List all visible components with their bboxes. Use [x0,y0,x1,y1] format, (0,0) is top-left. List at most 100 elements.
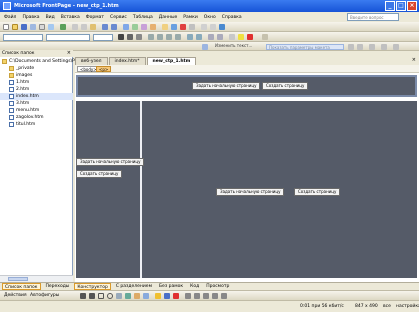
layer-icon[interactable] [348,43,354,50]
tree-item-2htm[interactable]: 2.htm [0,86,73,93]
view-tab-split[interactable]: С разделением [114,283,154,290]
3d-icon[interactable] [221,293,227,299]
menu-edit[interactable]: Правка [22,15,39,20]
scrollbar-thumb[interactable] [8,277,28,281]
italic-icon[interactable] [127,34,133,40]
shadow-icon[interactable] [212,293,218,299]
hyperlink-icon[interactable] [171,24,177,30]
create-page-button-main[interactable]: Создать страницу [294,188,341,196]
new-page-icon[interactable] [3,24,9,30]
menu-file[interactable]: Файл [4,15,16,20]
justify-icon[interactable] [175,34,181,40]
bold-icon[interactable] [118,34,124,40]
close-button[interactable]: × [407,1,417,11]
menu-help[interactable]: Справка [222,15,242,20]
ask-question-input[interactable]: Введите вопрос [347,13,399,21]
tree-item-zagolov[interactable]: zagolov.htm [0,114,73,121]
web-component-icon[interactable] [123,24,129,30]
table-grid-icon[interactable] [369,43,375,50]
maximize-button[interactable]: □ [396,1,406,11]
open-icon[interactable] [12,24,18,30]
cell-icon[interactable] [357,43,363,50]
show-layout-params[interactable]: Показать параметры макета [266,44,344,50]
view-tab-preview[interactable]: Просмотр [204,283,231,290]
font-color-icon[interactable] [247,34,253,40]
numbering-icon[interactable] [187,34,193,40]
menu-frames[interactable]: Рамки [183,15,198,20]
arrow-icon[interactable] [89,293,95,299]
line-style-icon[interactable] [185,293,191,299]
align-left-icon[interactable] [148,34,154,40]
publish-icon[interactable] [30,24,36,30]
font-select[interactable] [46,33,90,41]
underline-icon[interactable] [136,34,142,40]
tree-item-3htm[interactable]: 3.htm [0,100,73,107]
arrow-style-icon[interactable] [203,293,209,299]
style-select[interactable] [3,33,43,41]
tab-website[interactable]: веб-узел [75,57,108,65]
layout-tools-icon[interactable] [202,43,208,50]
copy-icon[interactable] [81,24,87,30]
align-center-icon[interactable] [157,34,163,40]
menu-window[interactable]: Окно [204,15,216,20]
paste-icon[interactable] [90,24,96,30]
set-start-page-button-left[interactable]: Задать начальную страницу [76,158,145,166]
menu-tools[interactable]: Сервис [110,15,127,20]
clipart-icon[interactable] [134,293,140,299]
preview-icon[interactable] [48,24,54,30]
print-icon[interactable] [39,24,45,30]
insert-table-icon[interactable] [132,24,138,30]
outdent-icon[interactable] [208,34,214,40]
line-icon[interactable] [80,293,86,299]
view-tab-design[interactable]: Конструктор [74,283,111,290]
font-size-select[interactable] [93,33,113,41]
split-cells-icon[interactable] [393,43,399,50]
align-right-icon[interactable] [166,34,172,40]
show-all-icon[interactable] [210,24,216,30]
tree-item-1htm[interactable]: 1.htm [0,79,73,86]
drawing-actions-menu[interactable]: Действия [4,293,27,298]
oval-icon[interactable] [107,293,113,299]
create-page-button[interactable]: Создать страницу [262,82,309,90]
tree-item-root[interactable]: C:\Documents and Settings\Ро [0,58,78,65]
view-tab-folder-list[interactable]: Список папок [2,283,41,290]
tree-item-menu[interactable]: menu.htm [0,107,73,114]
tab-new-page[interactable]: new_ctp_1.htm [146,57,197,65]
tree-item-titul[interactable]: titul.htm [0,121,73,128]
menu-format[interactable]: Формат [86,15,104,20]
undo-icon[interactable] [102,24,108,30]
view-tab-code[interactable]: Код [188,283,201,290]
fill-color-icon[interactable] [155,293,161,299]
folder-pane-scrollbar[interactable] [0,275,73,282]
menu-view[interactable]: Вид [46,15,55,20]
set-start-page-button-main[interactable]: Задать начальную страницу [216,188,285,196]
wordart-icon[interactable] [125,293,131,299]
tree-item-images[interactable]: images [0,72,73,79]
merge-cells-icon[interactable] [381,43,387,50]
view-tab-no-frames[interactable]: Без рамок [157,283,185,290]
dash-style-icon[interactable] [194,293,200,299]
tab-index[interactable]: index.htm* [108,57,146,65]
view-tab-navigation[interactable]: Переходы [44,283,72,290]
insert-layer-icon[interactable] [141,24,147,30]
refresh-icon[interactable] [180,24,186,30]
borders-icon[interactable] [229,34,235,40]
line-color-icon[interactable] [164,293,170,299]
set-start-page-button[interactable]: Задать начальную страницу [192,82,261,90]
status-custom[interactable]: настройка [396,301,419,312]
draw-font-color-icon[interactable] [173,293,179,299]
menu-table[interactable]: Таблица [133,15,153,20]
stop-icon[interactable] [189,24,195,30]
spelling-icon[interactable] [60,24,66,30]
tree-item-private[interactable]: _private [0,65,73,72]
picture-icon[interactable] [143,293,149,299]
bullets-icon[interactable] [196,34,202,40]
menu-data[interactable]: Данные [159,15,177,20]
autoshapes-menu[interactable]: Автофигуры [30,293,59,298]
minimize-button[interactable]: _ [385,1,395,11]
close-document-icon[interactable]: × [412,57,416,63]
rectangle-icon[interactable] [98,293,104,299]
toolbar-options-icon[interactable] [262,34,268,40]
textbox-icon[interactable] [116,293,122,299]
help-icon[interactable] [219,24,225,30]
